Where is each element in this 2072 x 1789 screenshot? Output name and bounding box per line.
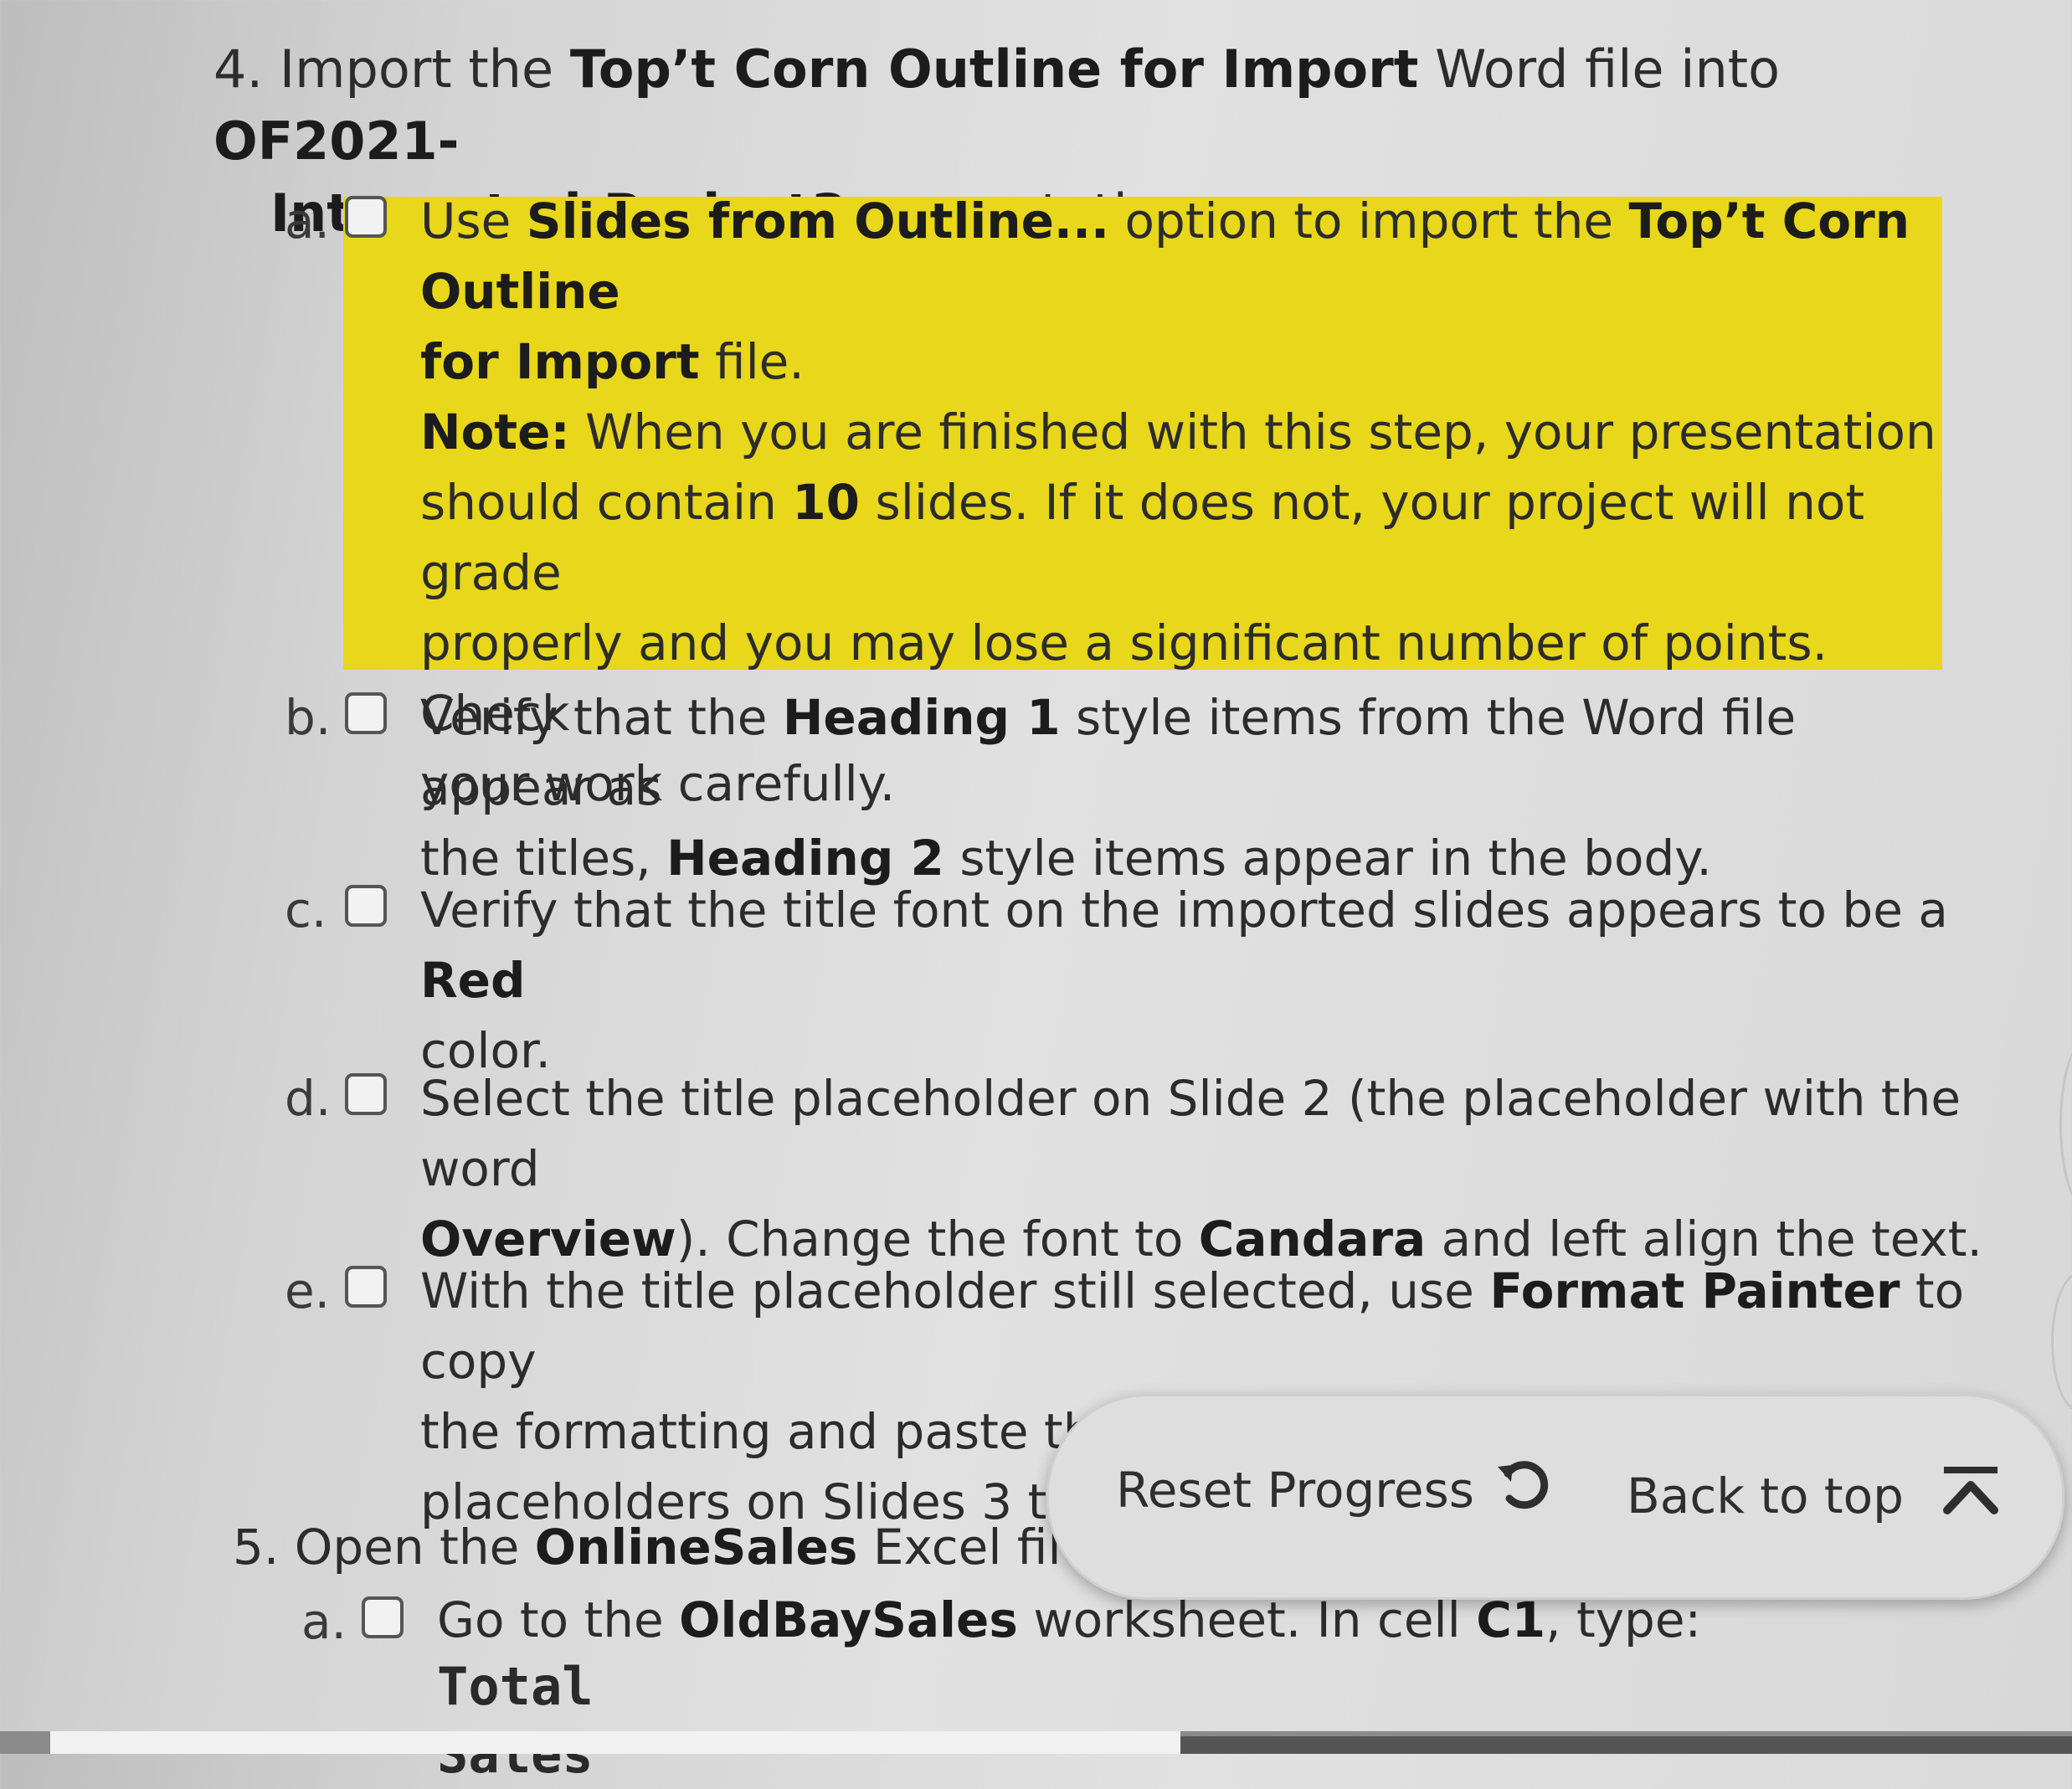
item-letter: e.: [285, 1262, 331, 1319]
item-letter: b.: [285, 689, 332, 746]
edge-control: [2051, 1272, 2072, 1411]
item-letter: a.: [301, 1593, 347, 1650]
item-letter: a.: [285, 193, 330, 249]
task-checkbox[interactable]: [345, 196, 387, 238]
note-label: Note:: [420, 404, 570, 460]
task-checkbox[interactable]: [345, 1266, 387, 1308]
reset-progress-label: Reset Progress: [1116, 1462, 1474, 1519]
item-letter: d.: [285, 1070, 332, 1127]
back-to-top-button[interactable]: Back to top: [1627, 1463, 2001, 1529]
edge-control: [2059, 1038, 2072, 1211]
code-text: Total: [437, 1656, 594, 1717]
progress-floating-bar: Reset Progress Back to top: [1046, 1394, 2064, 1600]
step-number: 5.: [233, 1519, 280, 1576]
task-checkbox[interactable]: [362, 1596, 404, 1638]
task-checkbox[interactable]: [345, 1073, 387, 1115]
undo-arrow-icon: [1493, 1455, 1551, 1525]
task-checkbox[interactable]: [345, 885, 387, 927]
item-letter: c.: [285, 882, 327, 938]
back-to-top-label: Back to top: [1627, 1468, 1904, 1524]
bottom-strip: [0, 1731, 2072, 1754]
step-number: 4.: [213, 39, 264, 100]
task-checkbox[interactable]: [345, 692, 387, 734]
reset-progress-button[interactable]: Reset Progress: [1116, 1455, 1551, 1525]
arrow-to-top-icon: [1941, 1463, 2001, 1529]
